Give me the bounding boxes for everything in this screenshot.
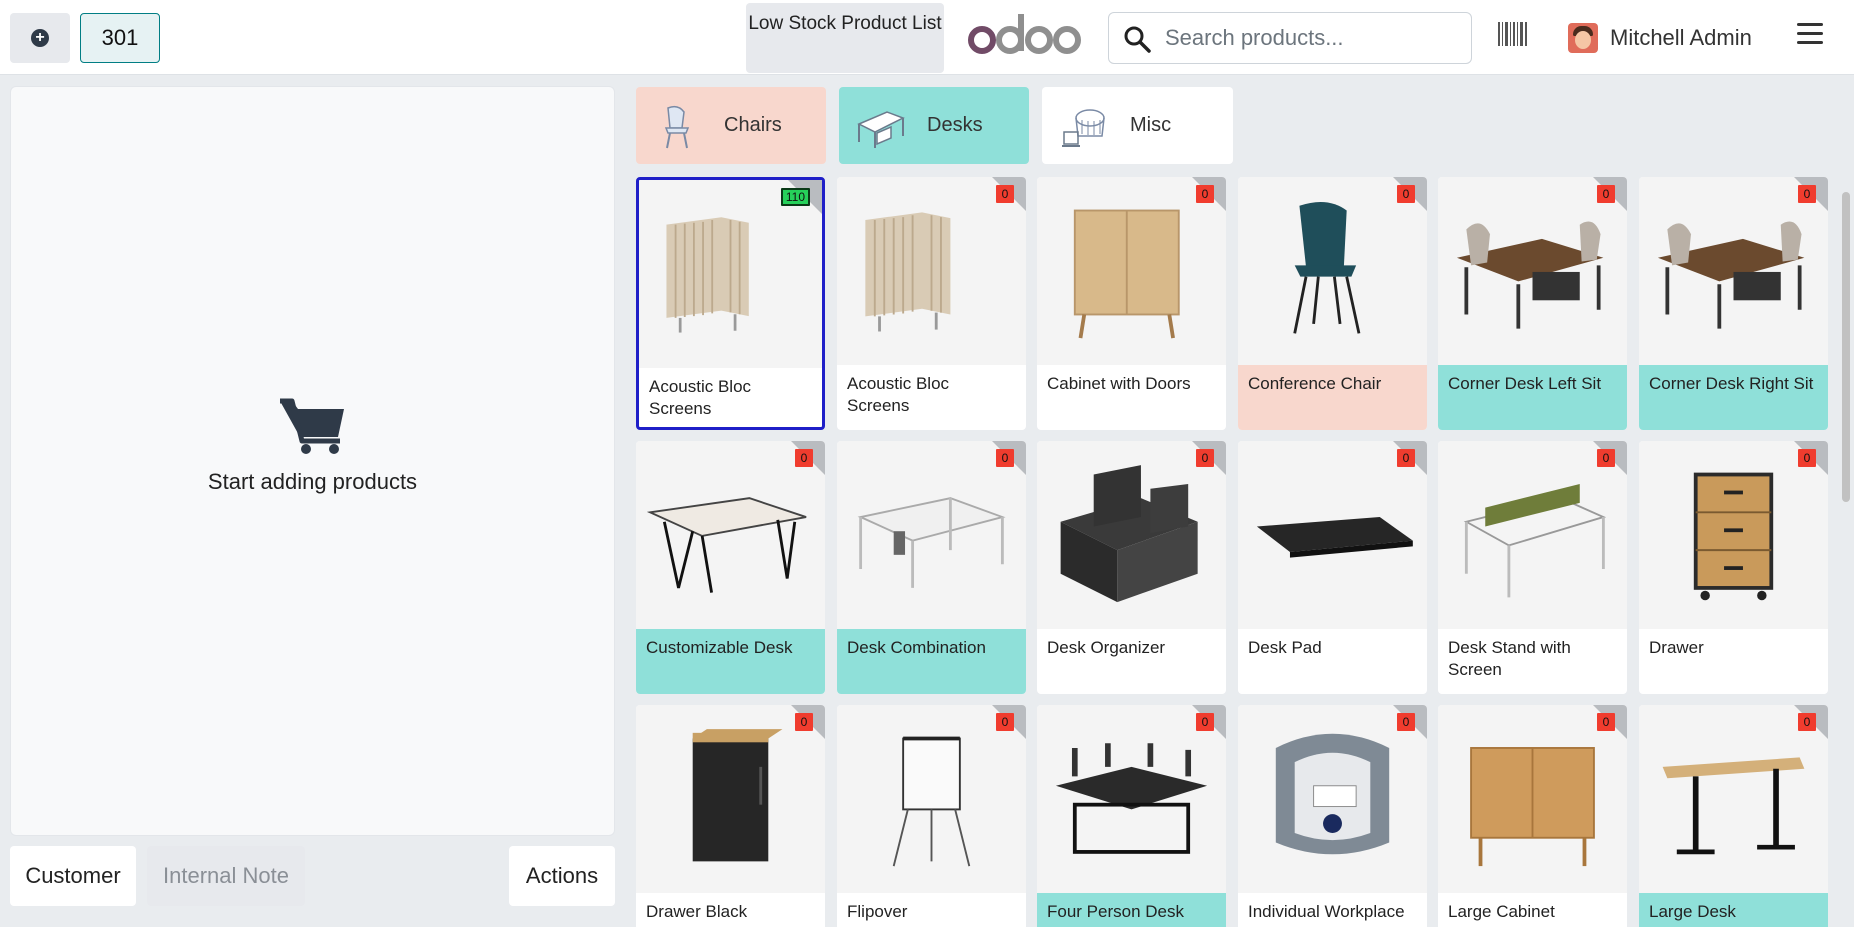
stock-badge: 0	[1196, 185, 1214, 203]
category-label: Chairs	[724, 114, 782, 136]
product-card[interactable]: 0 Four Person Desk	[1037, 705, 1226, 927]
product-name: Flipover	[847, 902, 908, 921]
customer-button[interactable]: Customer	[10, 846, 136, 906]
search-placeholder: Search products...	[1165, 25, 1344, 50]
category-chairs[interactable]: Chairs	[636, 87, 826, 164]
order-tab[interactable]: 301	[80, 13, 160, 63]
chair-icon	[664, 105, 690, 148]
product-name: Desk Organizer	[1047, 638, 1166, 657]
product-name: Four Person Desk	[1037, 893, 1226, 927]
category-label: Desks	[927, 114, 983, 136]
stock-badge: 0	[996, 713, 1014, 731]
search-input[interactable]: Search products...	[1108, 12, 1472, 64]
search-icon	[1124, 26, 1151, 53]
product-name: Customizable Desk	[636, 629, 825, 694]
stock-badge: 0	[1196, 713, 1214, 731]
stock-badge: 110	[780, 188, 810, 206]
category-label: Misc	[1130, 114, 1172, 136]
product-name: Desk Pad	[1248, 638, 1322, 657]
stock-badge: 0	[1597, 713, 1615, 731]
stock-badge: 0	[795, 449, 813, 467]
actions-button[interactable]: Actions	[509, 846, 615, 906]
new-order-button[interactable]: +	[10, 13, 70, 63]
product-card[interactable]: 0 Flipover	[837, 705, 1026, 927]
category-misc[interactable]: Misc	[1042, 87, 1233, 164]
empty-cart-text: Start adding products	[207, 469, 418, 494]
product-name: Individual Workplace	[1248, 902, 1405, 921]
stock-badge: 0	[1397, 713, 1415, 731]
product-name: Large Cabinet	[1448, 902, 1555, 921]
product-card[interactable]: 0 Corner Desk Left Sit	[1438, 177, 1627, 430]
stock-badge: 0	[996, 449, 1014, 467]
product-name: Cabinet with Doors	[1047, 374, 1191, 393]
product-card[interactable]: 0 Large Desk	[1639, 705, 1828, 927]
product-card[interactable]: 0 Desk Stand with Screen	[1438, 441, 1627, 694]
product-card[interactable]: 0 Drawer Black	[636, 705, 825, 927]
plus-circle-icon: +	[31, 29, 49, 47]
product-name: Desk Stand with Screen	[1448, 638, 1571, 679]
product-card[interactable]: 0 Desk Combination	[837, 441, 1026, 694]
stock-badge: 0	[1798, 713, 1816, 731]
product-card[interactable]: 0 Conference Chair	[1238, 177, 1427, 430]
product-card[interactable]: 0 Individual Workplace	[1238, 705, 1427, 927]
low-stock-button[interactable]: Low Stock Product List	[746, 3, 944, 73]
stock-badge: 0	[1397, 449, 1415, 467]
product-card[interactable]: 0 Customizable Desk	[636, 441, 825, 694]
product-card[interactable]: 0 Cabinet with Doors	[1037, 177, 1226, 430]
stock-badge: 0	[1798, 449, 1816, 467]
empty-cart: Start adding products	[11, 397, 614, 495]
product-name: Drawer Black	[646, 902, 748, 921]
stock-badge: 0	[1597, 449, 1615, 467]
cart-icon	[279, 398, 344, 454]
product-card[interactable]: 0 Acoustic Bloc Screens	[837, 177, 1026, 430]
product-name: Acoustic Bloc Screens	[649, 377, 752, 418]
product-name: Drawer	[1649, 638, 1704, 657]
barcode-icon[interactable]	[1498, 22, 1528, 46]
product-name: Corner Desk Left Sit	[1438, 365, 1627, 430]
stock-badge: 0	[1196, 449, 1214, 467]
product-card[interactable]: 0 Large Cabinet	[1438, 705, 1627, 927]
product-name: Corner Desk Right Sit	[1639, 365, 1828, 430]
product-card[interactable]: 0 Drawer	[1639, 441, 1828, 694]
product-name: Large Desk	[1639, 893, 1828, 927]
product-name: Conference Chair	[1238, 365, 1427, 430]
stock-badge: 0	[1397, 185, 1415, 203]
order-panel: Start adding products	[10, 86, 615, 836]
internal-note-button[interactable]: Internal Note	[147, 846, 305, 906]
misc-icon	[1062, 108, 1105, 147]
stock-badge: 0	[1597, 185, 1615, 203]
product-card[interactable]: 0 Corner Desk Right Sit	[1639, 177, 1828, 430]
product-card[interactable]: 0 Desk Organizer	[1037, 441, 1226, 694]
avatar	[1568, 23, 1598, 53]
user-menu[interactable]: Mitchell Admin	[1568, 20, 1752, 56]
product-card[interactable]: 110 Acoustic Bloc Screens	[636, 177, 825, 430]
user-name: Mitchell Admin	[1610, 25, 1752, 50]
stock-badge: 0	[795, 713, 813, 731]
desk-icon	[857, 110, 905, 148]
odoo-logo	[968, 14, 1081, 54]
category-desks[interactable]: Desks	[839, 87, 1029, 164]
stock-badge: 0	[1798, 185, 1816, 203]
menu-icon[interactable]	[1797, 23, 1823, 45]
stock-badge: 0	[996, 185, 1014, 203]
scrollbar[interactable]	[1840, 180, 1850, 925]
top-navbar: + 301 Low Stock Product List Search prod…	[0, 0, 1854, 75]
product-name: Acoustic Bloc Screens	[847, 374, 950, 415]
product-card[interactable]: 0 Desk Pad	[1238, 441, 1427, 694]
product-name: Desk Combination	[837, 629, 1026, 694]
